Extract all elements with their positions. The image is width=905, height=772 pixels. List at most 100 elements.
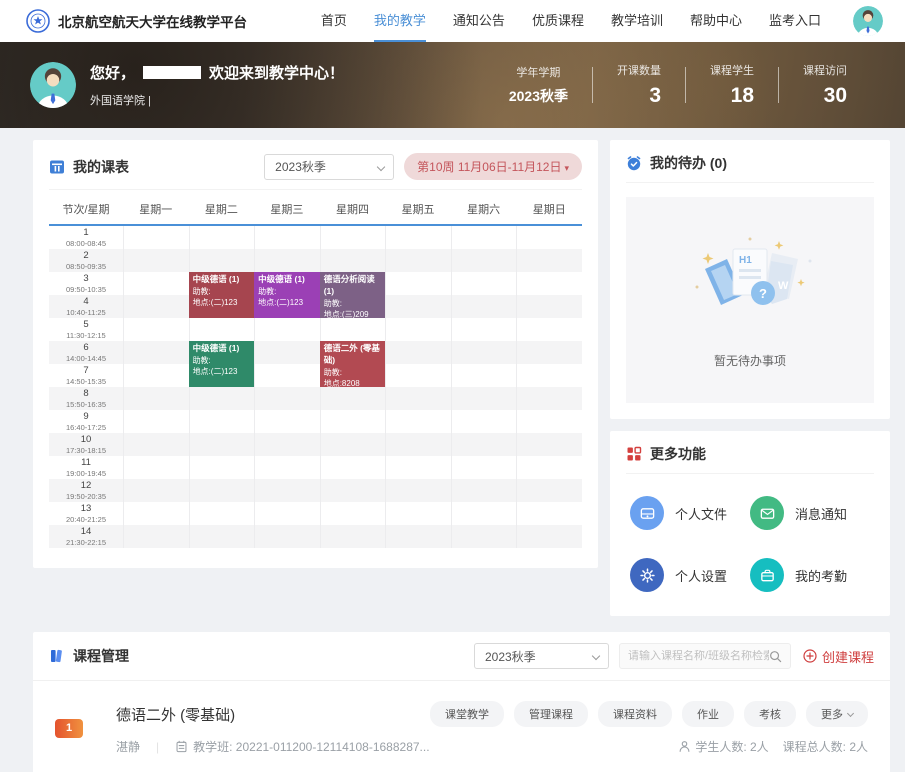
nav-item-4[interactable]: 优质课程 [532, 0, 584, 42]
course-title-line: 德语二外 (零基础) 课堂教学 管理课程课程资料作业考核 更多 [116, 701, 868, 727]
course-management-panel: 课程管理 2023秋季 创建课程 1德语二外 (零基础)课堂教学管理课程课程资料… [33, 632, 890, 772]
schedule-cell [123, 456, 189, 479]
schedule-col-day: 星期四 [320, 201, 386, 217]
schedule-cell [516, 410, 582, 433]
schedule-cell [385, 249, 451, 272]
nav-item-1[interactable]: 首页 [321, 0, 347, 42]
period-label: 1219:50-20:35 [49, 479, 123, 502]
schedule-cell [516, 433, 582, 456]
stat-value: 2023秋季 [509, 86, 568, 106]
schedule-term-select[interactable]: 2023秋季 [264, 154, 394, 180]
chevron-down-icon: ▾ [564, 163, 569, 173]
course-event[interactable]: 中级德语 (1)助教:地点:(二)123 [189, 272, 255, 318]
create-course-button[interactable]: 创建课程 [803, 647, 874, 666]
action-课堂教学[interactable]: 课堂教学 [430, 701, 504, 727]
period-number: 14 [81, 527, 92, 537]
empty-docs-illustration: H1 W ? [675, 231, 825, 336]
books-icon [49, 648, 65, 664]
schedule-cell [123, 318, 189, 341]
schedule-cell [385, 525, 451, 548]
course-event[interactable]: 中级德语 (1)助教:地点:(二)123 [189, 341, 255, 387]
more-title: 更多功能 [650, 444, 706, 464]
schedule-cell [123, 502, 189, 525]
course-event[interactable]: 中级德语 (1)助教:地点:(二)123 [254, 272, 320, 318]
schedule-cell [254, 341, 320, 364]
department-label: 外国语学院 | [90, 92, 344, 108]
schedule-cell [516, 364, 582, 387]
courses-term-value: 2023秋季 [485, 648, 536, 665]
schedule-cell [516, 226, 582, 249]
nav-item-3[interactable]: 通知公告 [453, 0, 505, 42]
course-meta-line: 湛静|教学班: 20221-011200-12114108-1688287...… [116, 738, 868, 755]
schedule-cell [451, 410, 517, 433]
schedule-cell [123, 525, 189, 548]
action-考核[interactable]: 考核 [744, 701, 796, 727]
course-event[interactable]: 德语二外 (零基础)助教:地点:8208 [320, 341, 386, 387]
period-label: 714:50-15:35 [49, 364, 123, 387]
event-location: 地点:(三)209 [324, 309, 382, 318]
schedule-cell [385, 295, 451, 318]
week-selector[interactable]: 第10周 11月06日-11月12日▾ [404, 153, 582, 180]
course-title[interactable]: 德语二外 (零基础) [116, 704, 235, 725]
nav-item-6[interactable]: 帮助中心 [690, 0, 742, 42]
banner-stat: 课程访问30 [779, 62, 871, 108]
action-作业[interactable]: 作业 [682, 701, 734, 727]
grid-icon [626, 446, 642, 462]
period-time: 08:50-09:35 [66, 262, 106, 271]
event-title: 德语二外 (零基础) [324, 343, 382, 367]
search-icon[interactable] [769, 650, 782, 663]
schedule-cell [123, 295, 189, 318]
more-item-mail[interactable]: 消息通知 [750, 496, 870, 530]
period-time: 17:30-18:15 [66, 446, 106, 455]
more-item-attendance[interactable]: 我的考勤 [750, 558, 870, 592]
period-label: 1119:00-19:45 [49, 456, 123, 479]
action-管理课程[interactable]: 管理课程 [514, 701, 588, 727]
event-location: 地点:(二)123 [193, 297, 251, 309]
schedule-cell [254, 410, 320, 433]
schedule-cell [189, 502, 255, 525]
more-item-gear[interactable]: 个人设置 [630, 558, 750, 592]
schedule-cell [254, 456, 320, 479]
action-课程资料[interactable]: 课程资料 [598, 701, 672, 727]
teacher-name: 湛静 [116, 738, 140, 755]
schedule-cell [254, 249, 320, 272]
course-event[interactable]: 德语分析阅读 (1)助教:地点:(三)209 [320, 272, 386, 318]
schedule-title: 我的课表 [73, 157, 129, 177]
user-avatar[interactable] [853, 6, 883, 36]
period-number: 10 [81, 435, 92, 445]
period-label: 108:00-08:45 [49, 226, 123, 249]
action-label: 课堂教学 [445, 706, 489, 722]
schedule-cell [254, 364, 320, 387]
week-label: 第10周 11月06日-11月12日 [417, 160, 561, 174]
more-functions-grid: 个人文件消息通知个人设置我的考勤 [626, 496, 874, 592]
schedule-cell [516, 341, 582, 364]
banner-stat: 课程学生18 [686, 62, 778, 108]
chevron-down-icon [847, 709, 854, 716]
more-item-drive[interactable]: 个人文件 [630, 496, 750, 530]
nav-item-5[interactable]: 教学培训 [611, 0, 663, 42]
schedule-cell [516, 295, 582, 318]
greeting-prefix: 您好， [90, 62, 135, 83]
course-search-input[interactable] [628, 650, 769, 662]
action-更多[interactable]: 更多 [806, 701, 868, 727]
courses-term-select[interactable]: 2023秋季 [474, 643, 609, 669]
course-list: 1德语二外 (零基础)课堂教学管理课程课程资料作业考核更多湛静|教学班: 202… [33, 681, 890, 772]
nav-item-2[interactable]: 我的教学 [374, 0, 426, 42]
course-actions: 课堂教学 管理课程课程资料作业考核 更多 [430, 701, 868, 727]
brand-logo[interactable]: 北京航空航天大学在线教学平台 [26, 9, 247, 33]
schedule-cell [451, 502, 517, 525]
action-label: 更多 [821, 706, 843, 722]
todo-empty-text: 暂无待办事项 [714, 352, 786, 369]
svg-text:?: ? [759, 286, 767, 301]
schedule-col-day: 星期三 [254, 201, 320, 217]
schedule-cell [123, 249, 189, 272]
svg-text:H1: H1 [739, 255, 752, 266]
schedule-cell [320, 410, 386, 433]
stat-label: 开课数量 [617, 62, 661, 78]
stat-value: 30 [824, 84, 847, 108]
nav-item-7[interactable]: 监考入口 [769, 0, 821, 42]
schedule-cell [451, 226, 517, 249]
meta-divider: | [156, 740, 159, 754]
banner-avatar [30, 62, 76, 108]
gear-icon [630, 558, 664, 592]
